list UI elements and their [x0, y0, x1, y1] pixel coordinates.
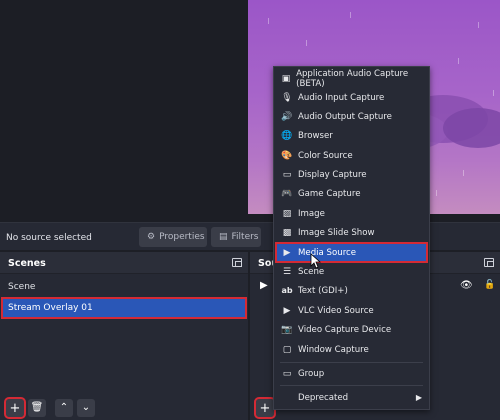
remove-scene-button[interactable]: 🗑 [28, 399, 46, 417]
trash-icon: 🗑 [30, 402, 44, 413]
scene-item-selected[interactable]: Stream Overlay 01 [1, 297, 247, 319]
add-scene-button[interactable]: + [4, 397, 26, 419]
speaker-icon: 🔊 [281, 111, 293, 122]
add-source-button[interactable]: + [254, 397, 276, 419]
menu-item-audio-output-capture[interactable]: 🔊 Audio Output Capture [276, 107, 427, 126]
menu-item-browser[interactable]: 🌐 Browser [276, 126, 427, 145]
menu-item-label: Image Slide Show [298, 227, 375, 238]
scene-item-label: Stream Overlay 01 [8, 303, 93, 313]
palette-icon: 🎨 [281, 150, 293, 161]
menu-item-label: VLC Video Source [298, 305, 374, 316]
menu-item-label: Game Capture [298, 188, 361, 199]
microphone-icon: 🎙 [281, 92, 293, 103]
menu-item-label: Video Capture Device [298, 324, 392, 335]
app-audio-icon: ▣ [281, 73, 291, 84]
menu-item-label: Text (GDI+) [298, 285, 348, 296]
menu-item-application-audio-capture[interactable]: ▣ Application Audio Capture (BETA) [276, 68, 427, 89]
chevron-right-icon: ▶ [415, 393, 422, 402]
menu-item-display-capture[interactable]: ▭ Display Capture [276, 165, 427, 184]
menu-item-audio-input-capture[interactable]: 🎙 Audio Input Capture [276, 88, 427, 107]
chevron-down-icon: ⌄ [81, 402, 91, 413]
menu-item-scene[interactable]: ☰ Scene [276, 262, 427, 281]
scenes-dock-title: Scenes [8, 258, 46, 269]
preview-background [0, 0, 248, 222]
properties-label: Properties [159, 232, 205, 242]
add-source-menu: ▣ Application Audio Capture (BETA) 🎙 Aud… [273, 66, 430, 410]
menu-separator [280, 385, 423, 386]
menu-item-text-gdi[interactable]: ab Text (GDI+) [276, 281, 427, 300]
menu-item-label: Display Capture [298, 169, 367, 180]
menu-item-vlc-video-source[interactable]: ▶ VLC Video Source [276, 301, 427, 320]
slideshow-icon: ▩ [282, 227, 292, 238]
plus-icon: + [259, 400, 271, 416]
menu-item-label: Application Audio Capture (BETA) [296, 68, 409, 89]
plus-icon: + [9, 400, 21, 416]
scene-item-label: Scene [8, 282, 36, 292]
gamepad-icon: 🎮 [281, 188, 293, 199]
undock-icon[interactable] [484, 258, 494, 267]
menu-item-label: Color Source [298, 150, 353, 161]
menu-item-media-source[interactable]: ▶ Media Source [275, 242, 428, 263]
context-status: No source selected [6, 233, 92, 243]
menu-item-deprecated[interactable]: Deprecated ▶ [276, 388, 427, 407]
list-icon: ☰ [282, 266, 292, 277]
menu-item-window-capture[interactable]: ▢ Window Capture [276, 340, 427, 359]
menu-item-label: Browser [298, 130, 333, 141]
menu-item-label: Deprecated [298, 392, 349, 403]
menu-item-image-slide-show[interactable]: ▩ Image Slide Show [276, 223, 427, 242]
mouse-cursor-icon [310, 253, 322, 269]
scene-item[interactable]: Scene [2, 277, 246, 297]
filters-label: Filters [231, 232, 259, 242]
filter-icon: ▤ [219, 232, 228, 242]
filters-button[interactable]: ▤ Filters [211, 227, 261, 247]
scenes-dock-titlebar: Scenes [0, 252, 248, 274]
menu-item-image[interactable]: ▨ Image [276, 204, 427, 223]
menu-item-color-source[interactable]: 🎨 Color Source [276, 146, 427, 165]
menu-separator [280, 362, 423, 363]
obs-window: No source selected ⚙ Properties ▤ Filter… [0, 0, 500, 420]
play-icon: ▶ [283, 305, 291, 316]
chevron-up-icon: ⌃ [59, 402, 69, 413]
menu-item-label: Audio Input Capture [298, 92, 385, 103]
gear-icon: ⚙ [147, 232, 156, 242]
undock-icon[interactable] [232, 258, 242, 267]
menu-item-label: Window Capture [298, 344, 369, 355]
image-icon: ▨ [282, 208, 292, 219]
folder-icon: ▭ [282, 368, 292, 379]
menu-item-group[interactable]: ▭ Group [276, 364, 427, 383]
menu-item-label: Media Source [298, 247, 357, 258]
globe-icon: 🌐 [281, 130, 293, 141]
play-icon: ▶ [283, 247, 291, 258]
move-scene-down-button[interactable]: ⌄ [77, 399, 95, 417]
menu-item-game-capture[interactable]: 🎮 Game Capture [276, 184, 427, 203]
move-scene-up-button[interactable]: ⌃ [55, 399, 73, 417]
lock-icon[interactable]: 🔓 [484, 280, 495, 290]
menu-item-label: Group [298, 368, 325, 379]
eye-icon[interactable]: 👁 [460, 280, 473, 291]
window-icon: ▢ [282, 344, 292, 355]
text-icon: ab [281, 286, 293, 295]
menu-item-label: Image [298, 208, 325, 219]
play-icon: ▶ [260, 280, 268, 291]
menu-item-video-capture-device[interactable]: 📷 Video Capture Device [276, 320, 427, 339]
properties-button[interactable]: ⚙ Properties [139, 227, 207, 247]
camera-icon: 📷 [281, 324, 293, 335]
menu-item-label: Audio Output Capture [298, 111, 392, 122]
monitor-icon: ▭ [282, 169, 292, 180]
scenes-dock: Scenes Scene Stream Overlay 01 + 🗑 ⌃ ⌄ [0, 252, 248, 420]
